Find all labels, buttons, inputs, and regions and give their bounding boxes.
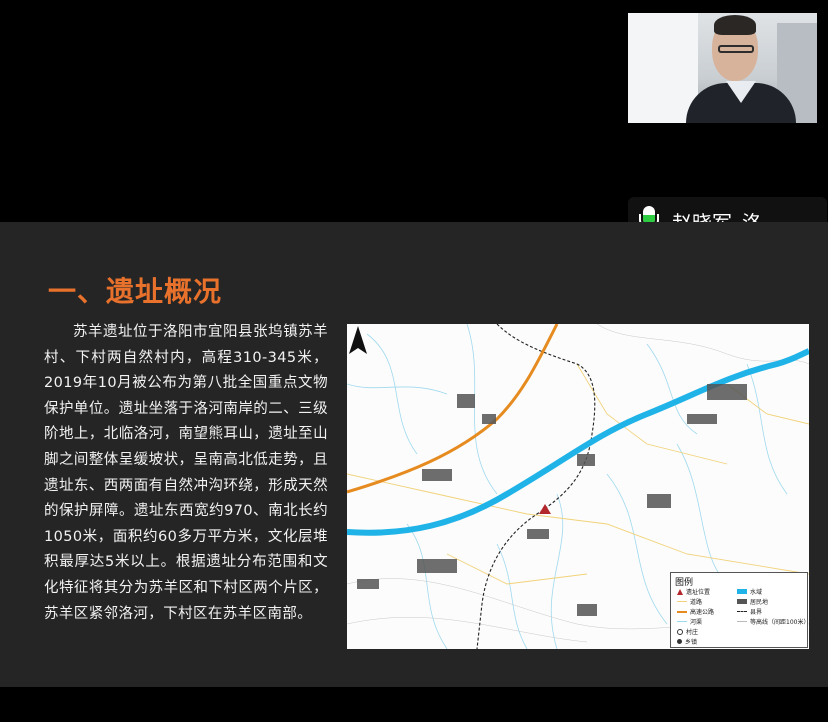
river-swatch	[677, 621, 687, 622]
legend-item-road: 道路	[677, 597, 702, 606]
site-location-map: 图例 遗址位置 水域 道路 居民地 高速公路 县界 河渠 等高线（间距100米）…	[347, 324, 809, 649]
person-glasses	[718, 45, 754, 53]
person-hair	[714, 15, 756, 35]
town-icon	[677, 639, 682, 644]
expressway-line	[347, 324, 559, 494]
legend-item-site: 遗址位置	[677, 587, 710, 596]
site-marker-icon	[677, 588, 683, 595]
contour-swatch	[737, 621, 747, 622]
shared-slide: 一、遗址概况 苏羊遗址位于洛阳市宜阳县张坞镇苏羊村、下村两自然村内，高程310-…	[0, 222, 828, 687]
luo-river	[347, 348, 809, 536]
expressway-swatch	[677, 610, 687, 613]
legend-item-residential: 居民地	[737, 597, 768, 606]
map-legend: 图例 遗址位置 水域 道路 居民地 高速公路 县界 河渠 等高线（间距100米）…	[670, 572, 809, 648]
road-swatch	[677, 601, 687, 602]
legend-item-expressway: 高速公路	[677, 607, 714, 616]
boundary-swatch	[737, 611, 747, 612]
slide-title: 一、遗址概况	[48, 275, 223, 308]
legend-item-town: 乡镇	[677, 637, 697, 646]
legend-item-river: 河渠	[677, 617, 702, 626]
legend-item-contour: 等高线（间距100米）	[737, 617, 809, 626]
north-arrow-icon	[349, 326, 367, 354]
legend-item-water: 水域	[737, 587, 762, 596]
water-swatch	[737, 589, 747, 594]
slide-body-text: 苏羊遗址位于洛阳市宜阳县张坞镇苏羊村、下村两自然村内，高程310-345米，20…	[44, 324, 328, 622]
participant-video[interactable]	[628, 13, 817, 123]
county-boundary	[476, 324, 596, 649]
background-window	[628, 13, 698, 123]
legend-item-village: 村庄	[677, 627, 698, 636]
residential-swatch	[737, 599, 747, 604]
legend-item-boundary: 县界	[737, 607, 762, 616]
village-icon	[677, 628, 683, 635]
